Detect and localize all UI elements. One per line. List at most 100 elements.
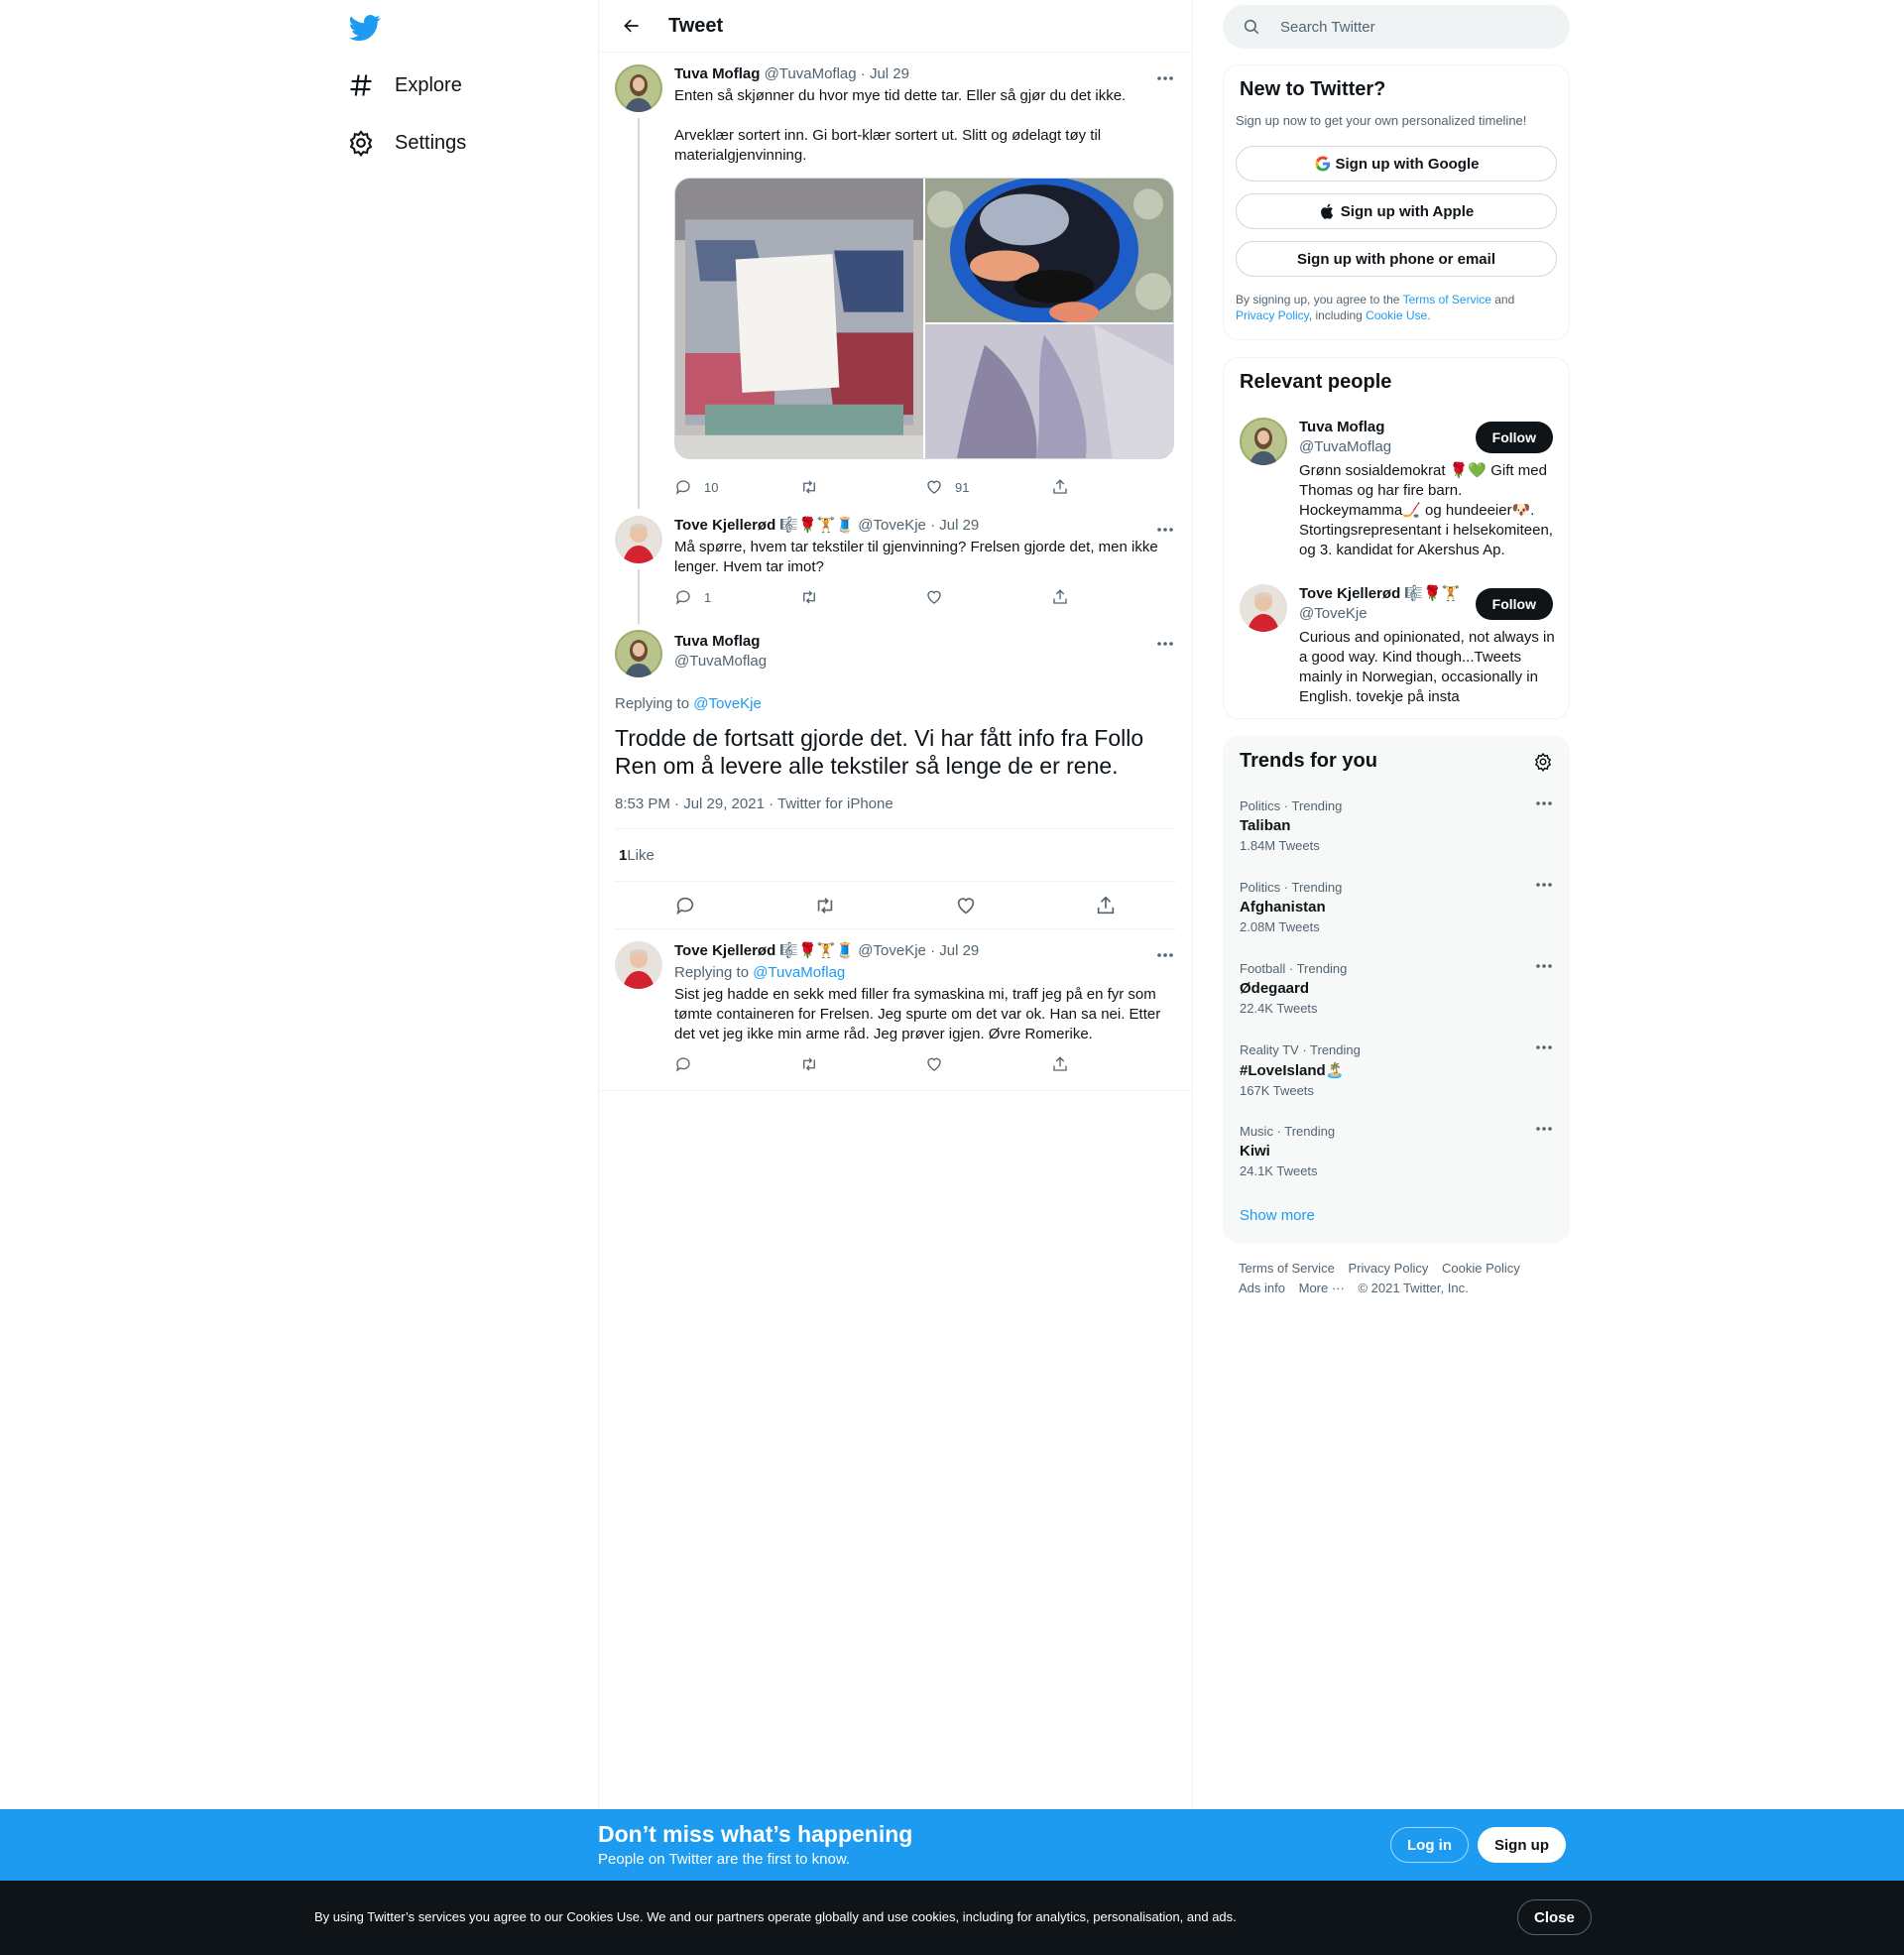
- heart-icon[interactable]: [955, 895, 977, 916]
- search-icon: [1244, 19, 1259, 35]
- more-options-button[interactable]: [1154, 68, 1176, 88]
- avatar[interactable]: [1240, 584, 1287, 632]
- trend-item[interactable]: Reality TV · Trending #LoveIsland🏝️ 167K…: [1224, 1031, 1569, 1112]
- retweet-icon: [802, 480, 815, 494]
- like-button[interactable]: [925, 1055, 1051, 1073]
- gear-icon[interactable]: [1533, 752, 1553, 772]
- cookie-link[interactable]: Cookie Use.: [1366, 308, 1430, 322]
- apple-icon: [1320, 203, 1333, 219]
- thread-line: [638, 118, 640, 509]
- follow-button[interactable]: Follow: [1475, 422, 1553, 453]
- cookie-close-button[interactable]: Close: [1517, 1899, 1592, 1935]
- signup-phone-button[interactable]: Sign up with phone or email: [1236, 241, 1557, 277]
- more-options-button[interactable]: [1154, 520, 1176, 540]
- replying-to-link[interactable]: @ToveKje: [693, 695, 762, 712]
- author-handle[interactable]: @ToveKje: [858, 942, 926, 959]
- thread-line: [638, 569, 640, 624]
- footer-terms-link[interactable]: Terms of Service: [1239, 1261, 1335, 1276]
- author-handle[interactable]: @ToveKje: [858, 517, 926, 534]
- reply-icon[interactable]: [674, 895, 696, 916]
- retweet-icon[interactable]: [814, 895, 836, 916]
- back-button[interactable]: [615, 9, 649, 43]
- like-button[interactable]: [925, 588, 1051, 606]
- footer-more-link[interactable]: More ···: [1299, 1281, 1345, 1295]
- footer-cookie-link[interactable]: Cookie Policy: [1442, 1261, 1520, 1276]
- show-more-row: Show more: [1224, 1193, 1569, 1238]
- focused-tweet: Tuva Moflag @TuvaMoflag Replying to @Tov…: [599, 618, 1192, 929]
- search-box[interactable]: [1223, 5, 1570, 49]
- likes-summary[interactable]: 1 Like: [615, 829, 1176, 882]
- trend-category: Football · Trending: [1240, 961, 1348, 976]
- reply-tweet[interactable]: Tove Kjellerød 🎼🌹🏋️🧵 @ToveKje · Jul 29 R…: [599, 929, 1192, 1091]
- tweet-date[interactable]: · Jul 29: [930, 517, 979, 534]
- tweet-timestamp[interactable]: 8:53 PM · Jul 29, 2021 · Twitter for iPh…: [615, 795, 1176, 829]
- trend-item[interactable]: Music · Trending Kiwi 24.1K Tweets: [1224, 1112, 1569, 1193]
- tweet-header: Tove Kjellerød 🎼🌹🏋️🧵 @ToveKje · Jul 29: [674, 516, 1176, 536]
- photo-plastic-bag[interactable]: [925, 324, 1173, 458]
- trend-count: 22.4K Tweets: [1240, 1001, 1318, 1016]
- avatar[interactable]: [615, 630, 662, 677]
- avatar[interactable]: [615, 64, 662, 112]
- trend-item[interactable]: Politics · Trending Afghanistan 2.08M Tw…: [1224, 868, 1569, 949]
- thread-tweet-1[interactable]: Tuva Moflag @TuvaMoflag · Jul 29 Enten s…: [599, 53, 1192, 509]
- tweet-actions: 1: [674, 577, 1176, 617]
- reply-button[interactable]: [674, 1055, 800, 1073]
- signup-button[interactable]: Sign up: [1478, 1827, 1566, 1863]
- cookie-text: By using Twitter’s services you agree to…: [314, 1909, 1237, 1924]
- photo-blue-bag[interactable]: [925, 179, 1173, 325]
- share-icon[interactable]: [1095, 895, 1117, 916]
- retweet-button[interactable]: [800, 588, 926, 606]
- nav-explore[interactable]: Explore: [343, 63, 466, 107]
- trend-item[interactable]: Politics · Trending Taliban 1.84M Tweets: [1224, 787, 1569, 868]
- terms-link[interactable]: Terms of Service: [1403, 293, 1491, 306]
- reply-button[interactable]: 1: [674, 588, 800, 606]
- footer-privacy-link[interactable]: Privacy Policy: [1348, 1261, 1428, 1276]
- author-handle[interactable]: @TuvaMoflag: [674, 653, 767, 670]
- more-dots-icon: [1157, 76, 1173, 80]
- twitter-logo-icon[interactable]: [349, 12, 381, 44]
- relevant-person-2[interactable]: Tove Kjellerød 🎼🌹🏋️ @ToveKje Curious and…: [1224, 584, 1569, 707]
- relevant-person-1[interactable]: Tuva Moflag @TuvaMoflag Grønn sosialdemo…: [1224, 418, 1569, 560]
- tweet-media-grid[interactable]: [674, 178, 1174, 459]
- tweet-date[interactable]: · Jul 29: [930, 942, 979, 959]
- avatar[interactable]: [1240, 418, 1287, 465]
- share-button[interactable]: [1051, 588, 1177, 606]
- like-button[interactable]: 91: [925, 478, 1051, 496]
- author-handle[interactable]: @TuvaMoflag: [765, 65, 857, 82]
- avatar[interactable]: [615, 516, 662, 563]
- retweet-button[interactable]: [800, 478, 926, 496]
- share-button[interactable]: [1051, 478, 1177, 496]
- reply-icon: [675, 590, 690, 605]
- nav-settings[interactable]: Settings: [343, 121, 470, 165]
- thread-tweet-2[interactable]: Tove Kjellerød 🎼🌹🏋️🧵 @ToveKje · Jul 29 M…: [599, 504, 1192, 624]
- reply-button[interactable]: 10: [674, 478, 800, 496]
- footer-ads-link[interactable]: Ads info: [1239, 1281, 1285, 1295]
- more-dots-icon[interactable]: [1535, 1126, 1553, 1132]
- follow-button[interactable]: Follow: [1475, 588, 1553, 620]
- tweet-date[interactable]: · Jul 29: [861, 65, 909, 82]
- more-dots-icon[interactable]: [1535, 1044, 1553, 1050]
- more-options-button[interactable]: [1154, 634, 1176, 654]
- more-dots-icon[interactable]: [1535, 882, 1553, 888]
- author-name[interactable]: Tove Kjellerød 🎼🌹🏋️🧵: [674, 942, 854, 959]
- show-more-link[interactable]: Show more: [1240, 1207, 1315, 1224]
- author-name[interactable]: Tuva Moflag: [674, 633, 760, 650]
- retweet-button[interactable]: [800, 1055, 926, 1073]
- avatar[interactable]: [615, 941, 662, 989]
- trend-name: Kiwi: [1240, 1143, 1270, 1160]
- privacy-link[interactable]: Privacy Policy: [1236, 308, 1309, 322]
- login-button[interactable]: Log in: [1390, 1827, 1469, 1863]
- trend-item[interactable]: Football · Trending Ødegaard 22.4K Tweet…: [1224, 949, 1569, 1031]
- replying-to-link[interactable]: @TuvaMoflag: [753, 964, 845, 981]
- share-button[interactable]: [1051, 1055, 1177, 1073]
- author-name[interactable]: Tove Kjellerød 🎼🌹🏋️🧵: [674, 517, 854, 534]
- search-input[interactable]: [1280, 18, 1538, 36]
- more-options-button[interactable]: [1154, 945, 1176, 965]
- trend-count: 167K Tweets: [1240, 1083, 1314, 1098]
- author-name[interactable]: Tuva Moflag: [674, 65, 760, 82]
- more-dots-icon[interactable]: [1535, 963, 1553, 969]
- signup-google-button[interactable]: Sign up with Google: [1236, 146, 1557, 182]
- more-dots-icon[interactable]: [1535, 800, 1553, 806]
- photo-clothes-box[interactable]: [675, 179, 923, 458]
- signup-apple-button[interactable]: Sign up with Apple: [1236, 193, 1557, 229]
